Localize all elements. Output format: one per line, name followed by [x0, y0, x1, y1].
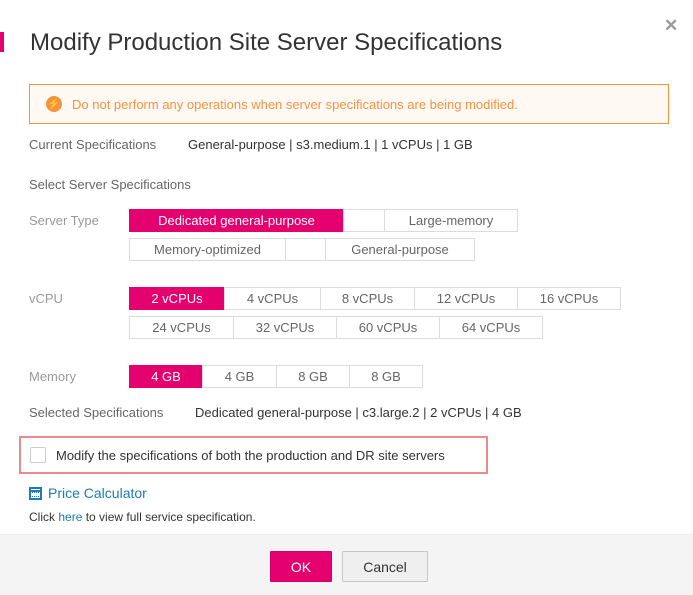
vcpu-option[interactable]: 8 vCPUs [320, 287, 415, 310]
both-sites-highlight: Modify the specifications of both the pr… [19, 436, 488, 474]
select-specs-heading: Select Server Specifications [29, 177, 191, 192]
server-type-option-general-purpose[interactable]: General-purpose [325, 238, 475, 261]
cancel-button[interactable]: Cancel [342, 551, 428, 582]
memory-option[interactable]: 8 GB [349, 365, 423, 388]
spec-hint: Click here to view full service specific… [29, 510, 256, 524]
memory-option[interactable]: 4 GB [129, 365, 203, 388]
hint-prefix: Click [29, 510, 59, 524]
memory-option[interactable]: 8 GB [276, 365, 350, 388]
ok-button[interactable]: OK [270, 551, 332, 582]
current-specs-value: General-purpose | s3.medium.1 | 1 vCPUs … [188, 137, 473, 152]
lightning-icon: ⚡ [46, 96, 62, 112]
close-icon[interactable]: ✕ [664, 16, 678, 36]
dialog-footer: OK Cancel [0, 534, 693, 595]
memory-label: Memory [29, 369, 76, 384]
current-specs-label: Current Specifications [29, 137, 157, 152]
vcpu-option[interactable]: 24 vCPUs [129, 316, 234, 339]
alert-text: Do not perform any operations when serve… [72, 96, 518, 112]
vcpu-option[interactable]: 32 vCPUs [233, 316, 337, 339]
both-sites-checkbox[interactable] [30, 447, 46, 463]
server-type-label: Server Type [29, 213, 99, 228]
here-link[interactable]: here [58, 510, 82, 524]
title-accent-bar [0, 32, 4, 52]
server-type-option-large-memory[interactable]: Large-memory [384, 209, 518, 232]
calculator-icon [29, 486, 42, 500]
price-calculator-label[interactable]: Price Calculator [48, 485, 147, 501]
vcpu-option[interactable]: 12 vCPUs [414, 287, 518, 310]
vcpu-option[interactable]: 60 vCPUs [336, 316, 440, 339]
dialog-title: Modify Production Site Server Specificat… [30, 29, 503, 56]
vcpu-option[interactable]: 2 vCPUs [129, 287, 225, 310]
memory-option[interactable]: 4 GB [202, 365, 277, 388]
price-calculator-link[interactable]: Price Calculator [29, 485, 147, 501]
vcpu-option[interactable]: 16 vCPUs [517, 287, 621, 310]
server-type-option-empty[interactable] [285, 238, 326, 261]
vcpu-label: vCPU [29, 291, 63, 306]
hint-suffix: to view full service specification. [82, 510, 256, 524]
vcpu-option[interactable]: 4 vCPUs [224, 287, 321, 310]
selected-specs-label: Selected Specifications [29, 405, 164, 420]
server-type-option-empty[interactable] [343, 209, 385, 232]
server-type-option-dedicated-general-purpose[interactable]: Dedicated general-purpose [129, 209, 344, 232]
selected-specs-value: Dedicated general-purpose | c3.large.2 |… [195, 405, 522, 420]
both-sites-checkbox-label[interactable]: Modify the specifications of both the pr… [56, 448, 445, 463]
server-type-option-memory-optimized[interactable]: Memory-optimized [129, 238, 286, 261]
vcpu-option[interactable]: 64 vCPUs [439, 316, 543, 339]
warning-alert: ⚡ Do not perform any operations when ser… [29, 84, 669, 124]
